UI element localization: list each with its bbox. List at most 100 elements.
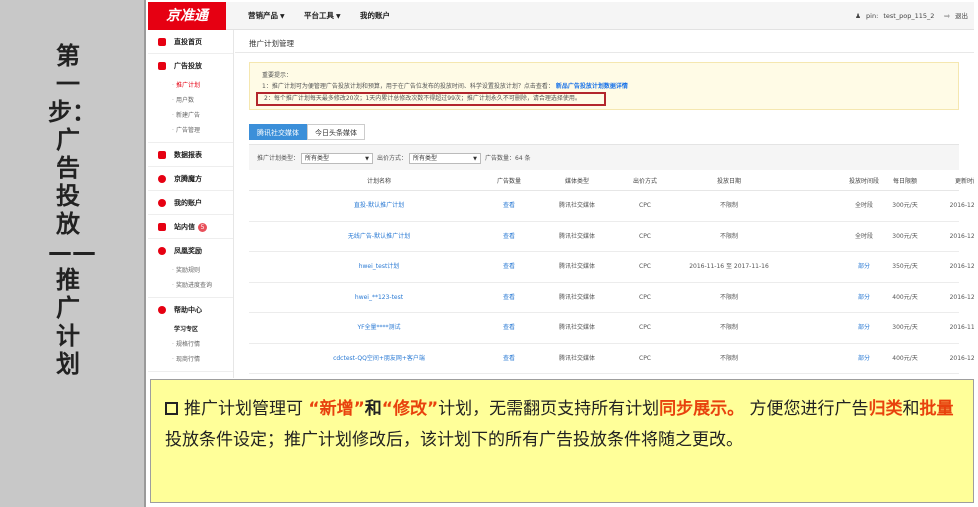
- filter-bar: 推广计划类型： 所有类型 ▼ 出价方式： 所有类型 ▼ 广告数量：64 条: [249, 144, 959, 170]
- table-row: hwei_**123-test 查看 腾讯社交媒体 CPC 不限制 部分 400元/天 201…: [249, 283, 974, 313]
- daily-limit: 300元/天: [892, 324, 918, 331]
- table-row: YF全量****测试查看腾讯社交媒体CPC不限制部分300元/天2016-11-…: [249, 313, 974, 344]
- plan-name-link[interactable]: 无线广告-默认推广计划: [279, 222, 479, 252]
- step-title: 第一步：广告投放——推广计划: [48, 42, 96, 378]
- nav-platform-tools[interactable]: 平台工具 ▼: [304, 2, 341, 30]
- sidebar: 直投首页 广告投放 推广计划 用户数 新建广告 广告管理 数据报表 京腾魔方 我…: [148, 30, 234, 378]
- sidebar-item-home[interactable]: 直投首页: [148, 30, 233, 54]
- nav-my-account[interactable]: 我的账户: [360, 2, 390, 30]
- user-icon: ♟: [855, 12, 861, 20]
- notice-line-1: 1：推广计划可为便管理广告投放计划和预算，用于在广告位发布的投放时间、科学设置投…: [262, 83, 628, 90]
- sidebar-sub-merchant-market[interactable]: 现商行情: [148, 352, 233, 367]
- plan-name-link[interactable]: hwei_test计划: [279, 252, 479, 282]
- view-link[interactable]: 查看: [479, 252, 539, 282]
- sidebar-item-messages[interactable]: 站内信 5: [148, 215, 233, 239]
- note-text: 和: [902, 399, 920, 419]
- sidebar-sub-users[interactable]: 用户数: [148, 93, 233, 108]
- view-link[interactable]: 查看: [479, 222, 539, 252]
- plan-name-link[interactable]: cdctest-QQ空间+朋友网+客户端: [279, 344, 479, 374]
- caret-down-icon: ▼: [473, 156, 477, 162]
- sidebar-item-ad-delivery[interactable]: 广告投放: [148, 54, 233, 78]
- plan-name-link[interactable]: hwei_**123-test: [279, 283, 479, 313]
- note-text: 和: [364, 399, 382, 419]
- col-plan-name: 计划名称: [366, 178, 391, 185]
- updated-time: 2016-12-20: [949, 232, 974, 240]
- notice-line-2-highlighted: 2：每个推广计划每天最多修改20次；1天内累计总修改次数不得超过99次；推广计划…: [256, 92, 606, 106]
- user-area: ♟ pin: test_pop_115_2 ⇨ 退出: [852, 2, 968, 30]
- media-tabs: 腾讯社交媒体 今日头条媒体: [249, 124, 365, 140]
- bid-method-select[interactable]: 所有类型 ▼: [408, 153, 481, 164]
- col-updated: 更新时间: [954, 178, 974, 185]
- sidebar-sub-promotion-plan[interactable]: 推广计划: [148, 78, 233, 93]
- page-title: 推广计划管理: [249, 39, 294, 48]
- user-name[interactable]: test_pop_115_2: [883, 12, 934, 20]
- notice-box: 重要提示： 1：推广计划可为便管理广告投放计划和预算，用于在广告位发布的投放时间…: [249, 62, 959, 110]
- sidebar-item-reports[interactable]: 数据报表: [148, 143, 233, 167]
- sidebar-sub-spec-market[interactable]: 规格行情: [148, 337, 233, 352]
- daily-limit: 350元/天: [892, 263, 918, 270]
- chevron-down-icon: ▼: [336, 13, 341, 20]
- daily-limit: 300元/天: [892, 202, 918, 209]
- nav-marketing-products[interactable]: 营销产品 ▼: [248, 2, 285, 30]
- note-highlight-batch: 批量: [919, 399, 954, 419]
- help-icon: [158, 306, 166, 314]
- sidebar-group-rewards: 凤凰奖励 奖励规则 奖励进度查询: [148, 239, 233, 298]
- delivery-date: 不限制: [719, 202, 738, 209]
- filter-bid-method: 出价方式： 所有类型 ▼: [377, 153, 481, 164]
- divider: [235, 52, 974, 53]
- media-type: 腾讯社交媒体: [558, 293, 595, 301]
- sidebar-sub-ad-manage[interactable]: 广告管理: [148, 123, 233, 138]
- daily-limit: 400元/天: [892, 354, 918, 362]
- sidebar-item-my-account[interactable]: 我的账户: [148, 191, 233, 215]
- media-type: 腾讯社交媒体: [558, 354, 595, 362]
- brand-logo[interactable]: 京准通: [148, 2, 226, 30]
- delivery-date: 不限制: [719, 354, 738, 362]
- app-screenshot: 京准通 营销产品 ▼ 平台工具 ▼ 我的账户 ♟ pin: test_pop_115…: [148, 2, 974, 378]
- delivery-date: 不限制: [719, 324, 738, 331]
- sidebar-sub-reward-progress[interactable]: 奖励进度查询: [148, 278, 233, 293]
- delivery-date: 2016-11-16 至 2017-11-16: [689, 263, 769, 270]
- explanation-note: 推广计划管理可 “新增”和“修改”计划，无需翻页支持所有计划同步展示。 方便您进…: [150, 379, 974, 503]
- left-panel: 第一步：广告投放——推广计划: [0, 0, 146, 507]
- tab-tencent-social[interactable]: 腾讯社交媒体: [249, 124, 307, 140]
- sidebar-item-rewards[interactable]: 凤凰奖励: [148, 239, 233, 263]
- notice-link[interactable]: 新品广告投放计划数据详情: [556, 83, 628, 90]
- media-type: 腾讯社交媒体: [558, 324, 595, 331]
- sidebar-group-ad-delivery: 广告投放 推广计划 用户数 新建广告 广告管理: [148, 54, 233, 143]
- note-text: 投放条件设定；推广计划修改后，该计划下的所有广告投放条件将随之更改。: [165, 430, 743, 450]
- note-text: 计划，无需翻页支持所有计划: [438, 399, 660, 419]
- sidebar-item-jingteng[interactable]: 京腾魔方: [148, 167, 233, 191]
- ad-count: 广告数量：64 条: [485, 155, 531, 162]
- tab-toutiao[interactable]: 今日头条媒体: [307, 124, 365, 140]
- report-icon: [158, 151, 166, 159]
- note-highlight-classify: 归类: [868, 399, 903, 419]
- main-content: 推广计划管理 重要提示： 1：推广计划可为便管理广告投放计划和预算，用于在广告位…: [235, 30, 974, 378]
- view-link[interactable]: 查看: [479, 344, 539, 374]
- logout-link[interactable]: 退出: [955, 12, 968, 20]
- updated-time: 2016-12-08: [949, 293, 974, 301]
- plan-name-link[interactable]: YF全量****测试: [279, 313, 479, 343]
- view-link[interactable]: 查看: [479, 283, 539, 313]
- daily-limit: 300元/天: [892, 232, 918, 240]
- logout-icon: ⇨: [944, 12, 950, 20]
- user-icon: [158, 199, 166, 207]
- table-header: 计划名称 广告数量 媒体类型 出价方式 投放日期 投放时间段 每日限额 更新时间: [249, 173, 974, 191]
- user-prefix: pin:: [866, 12, 879, 20]
- view-link[interactable]: 查看: [479, 313, 539, 343]
- col-daily-limit: 每日限额: [892, 178, 917, 185]
- plan-type-select[interactable]: 所有类型 ▼: [300, 153, 373, 164]
- sidebar-group-help: 帮助中心 学习专区 规格行情 现商行情: [148, 298, 233, 372]
- note-highlight-add: “新增”: [308, 399, 365, 419]
- view-link[interactable]: 查看: [479, 191, 539, 221]
- sidebar-sub-learning[interactable]: 学习专区: [148, 322, 233, 337]
- col-ad-count: 广告数量: [496, 178, 521, 185]
- note-text: 方便您进行广告: [749, 399, 869, 419]
- sidebar-item-help[interactable]: 帮助中心: [148, 298, 233, 322]
- sidebar-sub-reward-rules[interactable]: 奖励规则: [148, 263, 233, 278]
- col-media-type: 媒体类型: [564, 178, 589, 185]
- sidebar-sub-new-ad[interactable]: 新建广告: [148, 108, 233, 123]
- plan-name-link[interactable]: 直投-默认推广计划: [279, 191, 479, 221]
- mail-icon: [158, 223, 166, 231]
- note-text: 推广计划管理可: [184, 399, 303, 419]
- notice-heading: 重要提示：: [262, 72, 293, 79]
